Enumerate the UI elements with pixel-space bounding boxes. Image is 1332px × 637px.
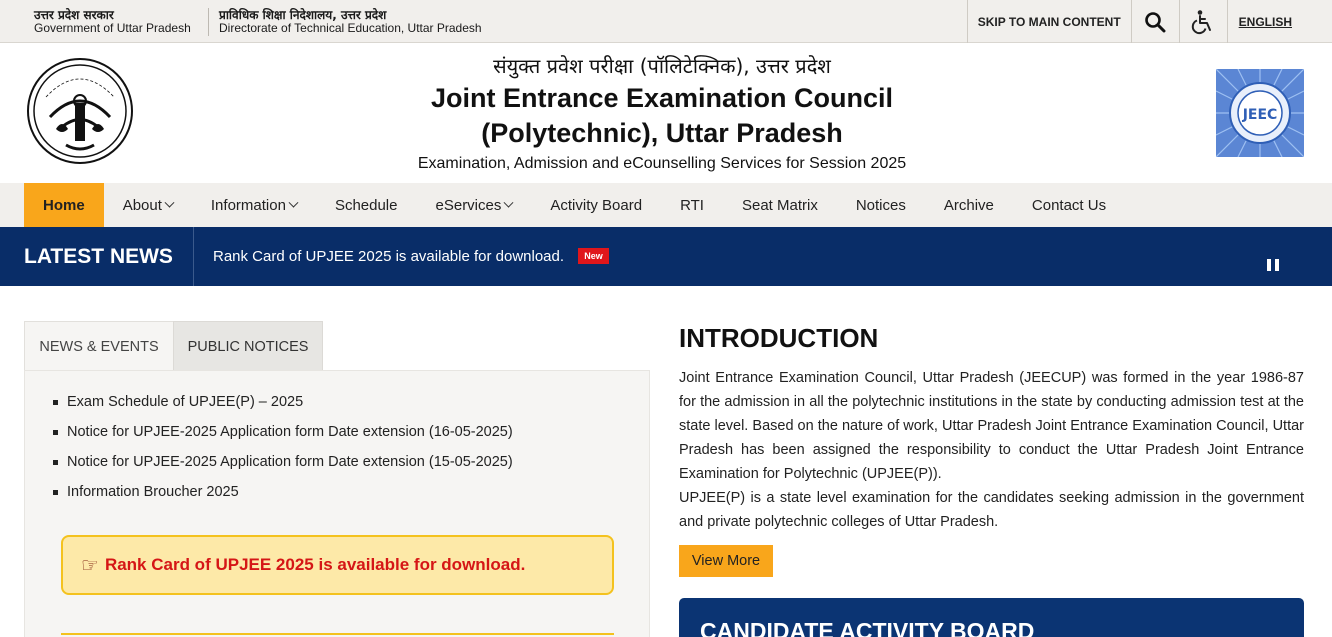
nav-item-seat-matrix[interactable]: Seat Matrix bbox=[723, 183, 837, 227]
tab-public-notices[interactable]: PUBLIC NOTICES bbox=[173, 321, 323, 371]
chevron-down-icon bbox=[164, 197, 175, 208]
introduction-heading: INTRODUCTION bbox=[679, 323, 879, 353]
nav-item-rti[interactable]: RTI bbox=[661, 183, 723, 227]
nav-item-label: Schedule bbox=[334, 196, 398, 214]
jeec-logo[interactable]: JEEC bbox=[1215, 68, 1305, 158]
nav-item-label: Contact Us bbox=[1031, 196, 1107, 214]
title-english-line2: (Polytechnic), Uttar Pradesh bbox=[481, 118, 843, 148]
nav-item-activity-board[interactable]: Activity Board bbox=[531, 183, 661, 227]
site-header: संयुक्त प्रवेश परीक्षा (पॉलिटेक्निक), उत… bbox=[0, 43, 1332, 183]
language-toggle[interactable]: ENGLISH bbox=[1226, 0, 1332, 43]
pause-icon[interactable] bbox=[1267, 259, 1279, 271]
candidate-activity-board-title: CANDIDATE ACTIVITY BOARD bbox=[700, 618, 1035, 637]
rank-card-alert-text[interactable]: Rank Card of UPJEE 2025 is available for… bbox=[105, 555, 525, 575]
search-icon[interactable] bbox=[1130, 0, 1179, 43]
rank-card-alert[interactable]: ☞ Rank Card of UPJEE 2025 is available f… bbox=[61, 535, 614, 595]
header-subtitle: Examination, Admission and eCounselling … bbox=[417, 155, 907, 172]
nav-item-label: eServices bbox=[435, 196, 502, 214]
nav-item-notices[interactable]: Notices bbox=[837, 183, 925, 227]
jeec-logo-text: JEEC bbox=[1242, 107, 1278, 123]
nav-item-information[interactable]: Information bbox=[192, 183, 316, 227]
nav-item-label: Information bbox=[210, 196, 286, 214]
main-nav: Home About Information Schedule eServices Act… bbox=[0, 183, 1332, 227]
news-item[interactable]: Exam Schedule of UPJEE(P) – 2025 bbox=[53, 387, 513, 417]
header-title-block: संयुक्त प्रवेश परीक्षा (पॉलिटेक्निक), उत… bbox=[330, 51, 994, 177]
divider bbox=[193, 227, 194, 286]
alert-box-partial bbox=[61, 633, 614, 637]
nav-item-contact-us[interactable]: Contact Us bbox=[1013, 183, 1125, 227]
dept-label: प्राविधिक शिक्षा निदेशालय, उत्तर प्रदेश … bbox=[219, 9, 482, 35]
skip-to-main-link[interactable]: SKIP TO MAIN CONTENT bbox=[966, 0, 1131, 43]
chevron-down-icon bbox=[288, 197, 299, 208]
gov-up-english: Government of Uttar Pradesh bbox=[34, 21, 191, 35]
nav-item-label: Notices bbox=[855, 196, 906, 214]
divider bbox=[208, 8, 209, 36]
nav-item-label: RTI bbox=[680, 196, 704, 214]
news-item[interactable]: Notice for UPJEE-2025 Application form D… bbox=[53, 447, 513, 477]
latest-news-text[interactable]: Rank Card of UPJEE 2025 is available for… bbox=[213, 248, 564, 265]
chevron-down-icon bbox=[503, 197, 514, 208]
nav-item-label: Seat Matrix bbox=[741, 196, 818, 214]
introduction-paragraph-2: UPJEE(P) is a state level examination fo… bbox=[679, 490, 1304, 530]
news-events-panel: Exam Schedule of UPJEE(P) – 2025 Notice f… bbox=[24, 370, 650, 637]
tab-news-events[interactable]: NEWS & EVENTS bbox=[24, 321, 174, 371]
latest-news-bar: LATEST NEWS Rank Card of UPJEE 2025 is a… bbox=[0, 227, 1332, 286]
nav-item-label: Archive bbox=[943, 196, 994, 214]
nav-list: Home About Information Schedule eServices Act… bbox=[24, 183, 1125, 227]
introduction-paragraph-1: Joint Entrance Examination Council, Utta… bbox=[679, 370, 1304, 482]
candidate-activity-board: CANDIDATE ACTIVITY BOARD bbox=[679, 598, 1304, 637]
nav-item-eservices[interactable]: eServices bbox=[417, 183, 532, 227]
gov-topbar: उत्तर प्रदेश सरकार Government of Uttar P… bbox=[0, 0, 1332, 43]
latest-news-ticker[interactable]: Rank Card of UPJEE 2025 is available for… bbox=[213, 227, 609, 286]
nav-item-label: About bbox=[122, 196, 162, 214]
nav-item-schedule[interactable]: Schedule bbox=[316, 183, 417, 227]
news-item[interactable]: Notice for UPJEE-2025 Application form D… bbox=[53, 417, 513, 447]
new-badge: New bbox=[578, 248, 609, 265]
nav-item-home[interactable]: Home bbox=[24, 183, 104, 227]
gov-up-label: उत्तर प्रदेश सरकार Government of Uttar P… bbox=[34, 9, 191, 35]
up-government-emblem[interactable] bbox=[26, 57, 134, 165]
latest-news-label: LATEST NEWS bbox=[24, 245, 173, 268]
news-item[interactable]: Information Broucher 2025 bbox=[53, 477, 513, 507]
wheelchair-icon[interactable] bbox=[1178, 0, 1227, 43]
nav-item-label: Home bbox=[43, 196, 85, 214]
nav-item-label: Activity Board bbox=[550, 196, 643, 214]
pointing-hand-icon: ☞ bbox=[81, 554, 99, 577]
title-english-line1: Joint Entrance Examination Council bbox=[430, 83, 894, 113]
nav-item-about[interactable]: About bbox=[104, 183, 192, 227]
dept-english: Directorate of Technical Education, Utta… bbox=[219, 21, 482, 35]
title-hindi: संयुक्त प्रवेश परीक्षा (पॉलिटेक्निक), उत… bbox=[493, 54, 831, 78]
introduction-text: Joint Entrance Examination Council, Utta… bbox=[679, 366, 1304, 534]
nav-item-archive[interactable]: Archive bbox=[925, 183, 1013, 227]
news-list: Exam Schedule of UPJEE(P) – 2025 Notice f… bbox=[53, 387, 513, 507]
top-utilities: SKIP TO MAIN CONTENT ENGLISH bbox=[966, 0, 1332, 43]
view-more-button[interactable]: View More bbox=[679, 545, 773, 577]
